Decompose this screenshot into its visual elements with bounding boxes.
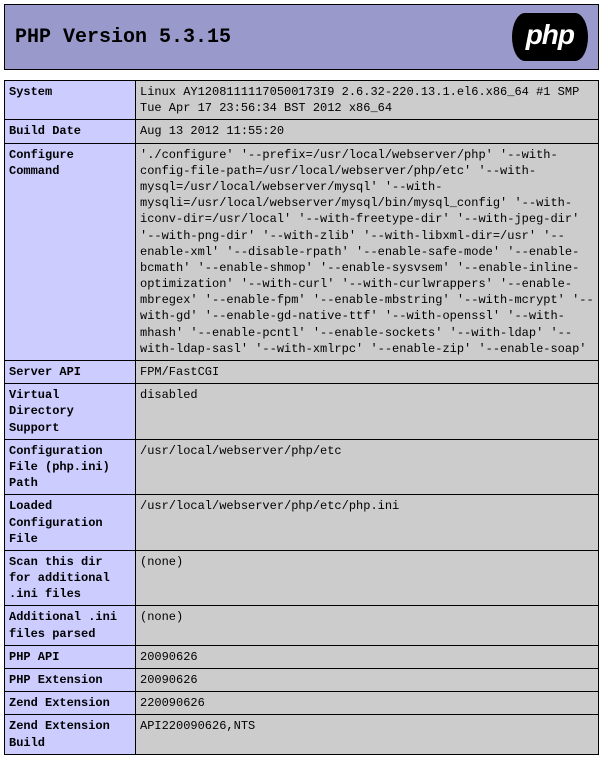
row-label: Zend Extension Build — [5, 715, 136, 754]
table-row: System Linux AY12081111170500173I9 2.6.3… — [5, 81, 599, 120]
table-row: Loaded Configuration File /usr/local/web… — [5, 495, 599, 551]
row-value: 220090626 — [136, 692, 599, 715]
php-logo: php — [512, 13, 588, 61]
row-label: System — [5, 81, 136, 120]
row-label: Scan this dir for additional .ini files — [5, 550, 136, 606]
row-label: Zend Extension — [5, 692, 136, 715]
phpinfo-header: PHP Version 5.3.15 php — [4, 4, 599, 70]
table-row: Virtual Directory Support disabled — [5, 384, 599, 440]
row-value: 20090626 — [136, 669, 599, 692]
row-value: './configure' '--prefix=/usr/local/webse… — [136, 143, 599, 360]
row-value: disabled — [136, 384, 599, 440]
table-row: Additional .ini files parsed (none) — [5, 606, 599, 645]
row-value: FPM/FastCGI — [136, 361, 599, 384]
row-label: Configuration File (php.ini) Path — [5, 439, 136, 495]
table-row: Configure Command './configure' '--prefi… — [5, 143, 599, 360]
row-label: PHP API — [5, 645, 136, 668]
row-value: /usr/local/webserver/php/etc/php.ini — [136, 495, 599, 551]
row-value: (none) — [136, 550, 599, 606]
row-label: Additional .ini files parsed — [5, 606, 136, 645]
row-value: Aug 13 2012 11:55:20 — [136, 120, 599, 143]
table-row: Build Date Aug 13 2012 11:55:20 — [5, 120, 599, 143]
table-row: Zend Extension 220090626 — [5, 692, 599, 715]
row-value: (none) — [136, 606, 599, 645]
table-row: Zend Extension Build API220090626,NTS — [5, 715, 599, 754]
php-logo-text: php — [526, 19, 574, 51]
row-label: Build Date — [5, 120, 136, 143]
row-label: Virtual Directory Support — [5, 384, 136, 440]
row-value: Linux AY12081111170500173I9 2.6.32-220.1… — [136, 81, 599, 120]
phpinfo-table: System Linux AY12081111170500173I9 2.6.3… — [4, 80, 599, 755]
row-label: Loaded Configuration File — [5, 495, 136, 551]
row-value: API220090626,NTS — [136, 715, 599, 754]
table-row: PHP API 20090626 — [5, 645, 599, 668]
table-row: Configuration File (php.ini) Path /usr/l… — [5, 439, 599, 495]
row-label: PHP Extension — [5, 669, 136, 692]
table-row: Scan this dir for additional .ini files … — [5, 550, 599, 606]
page-title: PHP Version 5.3.15 — [15, 26, 231, 49]
row-label: Configure Command — [5, 143, 136, 360]
table-row: Server API FPM/FastCGI — [5, 361, 599, 384]
row-value: 20090626 — [136, 645, 599, 668]
row-label: Server API — [5, 361, 136, 384]
row-value: /usr/local/webserver/php/etc — [136, 439, 599, 495]
table-row: PHP Extension 20090626 — [5, 669, 599, 692]
